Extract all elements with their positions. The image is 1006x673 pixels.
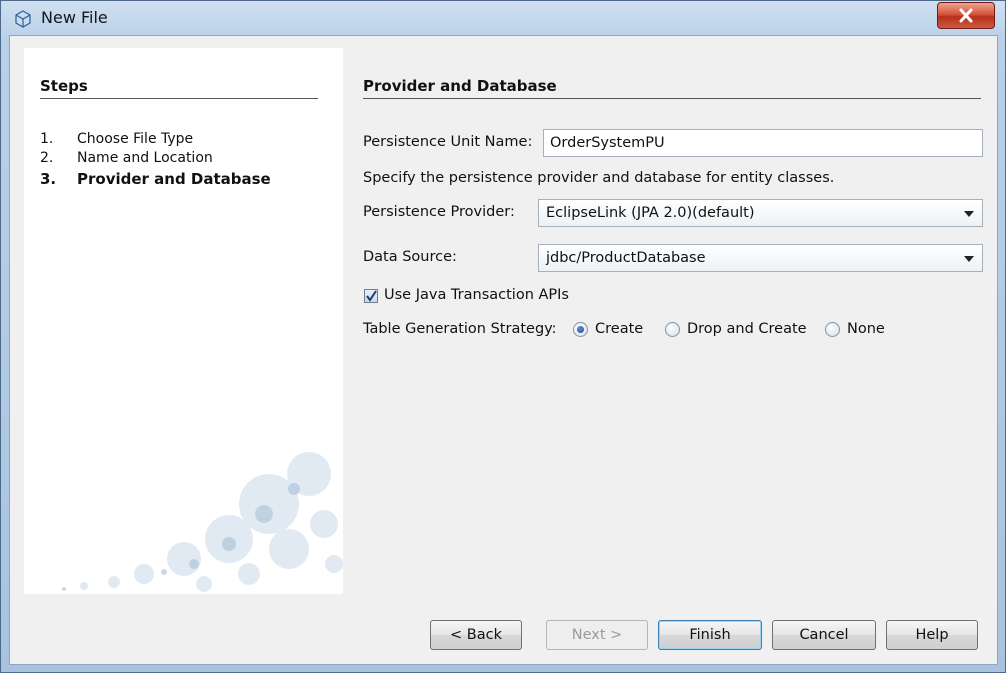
- description-text: Specify the persistence provider and dat…: [363, 170, 835, 186]
- dialog-body: Steps 1. Choose File Type 2. Name and Loca…: [9, 35, 998, 665]
- finish-button[interactable]: Finish: [658, 620, 762, 650]
- radio-none-label[interactable]: None: [847, 321, 885, 337]
- provider-database-panel: Provider and Database Persistence Unit N…: [343, 48, 989, 594]
- unit-name-label: Persistence Unit Name:: [363, 134, 533, 150]
- next-button[interactable]: Next >: [546, 620, 648, 650]
- radio-drop-and-create-label[interactable]: Drop and Create: [687, 321, 807, 337]
- new-file-dialog: New File Steps 1. Choose File Type 2. Name…: [0, 0, 1006, 673]
- provider-label: Persistence Provider:: [363, 204, 515, 220]
- radio-create-label[interactable]: Create: [595, 321, 643, 337]
- check-icon: [366, 290, 377, 302]
- chevron-down-icon: [964, 256, 974, 262]
- step-item-current: 3. Provider and Database: [40, 170, 271, 188]
- step-label: Choose File Type: [77, 131, 194, 147]
- panel-heading: Provider and Database: [363, 77, 981, 99]
- radio-none[interactable]: [825, 322, 840, 337]
- jta-checkbox[interactable]: [364, 289, 378, 303]
- close-button[interactable]: [937, 2, 995, 29]
- datasource-select[interactable]: jdbc/ProductDatabase: [538, 244, 983, 272]
- step-number: 1.: [40, 131, 54, 147]
- step-number: 2.: [40, 150, 54, 166]
- provider-value: EclipseLink (JPA 2.0)(default): [546, 205, 755, 221]
- help-button[interactable]: Help: [886, 620, 978, 650]
- step-number: 3.: [40, 170, 57, 188]
- provider-select[interactable]: EclipseLink (JPA 2.0)(default): [538, 199, 983, 227]
- step-label: Name and Location: [77, 150, 213, 166]
- close-icon: [959, 8, 973, 23]
- window-title: New File: [41, 8, 108, 27]
- steps-heading: Steps: [40, 77, 318, 99]
- step-label: Provider and Database: [77, 170, 271, 188]
- strategy-label: Table Generation Strategy:: [363, 321, 557, 337]
- datasource-label: Data Source:: [363, 249, 457, 265]
- step-item: 2. Name and Location: [40, 150, 213, 166]
- netbeans-cube-icon: [15, 10, 31, 28]
- radio-create[interactable]: [573, 322, 588, 337]
- step-item: 1. Choose File Type: [40, 131, 193, 147]
- datasource-value: jdbc/ProductDatabase: [546, 250, 706, 266]
- cancel-button[interactable]: Cancel: [772, 620, 876, 650]
- radio-drop-and-create[interactable]: [665, 322, 680, 337]
- jta-label[interactable]: Use Java Transaction APIs: [384, 287, 569, 303]
- button-bar: < Back Next > Finish Cancel Help: [24, 600, 989, 660]
- decorative-bubbles: [62, 452, 343, 592]
- back-button[interactable]: < Back: [430, 620, 522, 650]
- chevron-down-icon: [964, 211, 974, 217]
- steps-panel: Steps 1. Choose File Type 2. Name and Loca…: [24, 48, 344, 594]
- title-bar[interactable]: New File: [1, 1, 1005, 35]
- unit-name-input[interactable]: [543, 129, 983, 157]
